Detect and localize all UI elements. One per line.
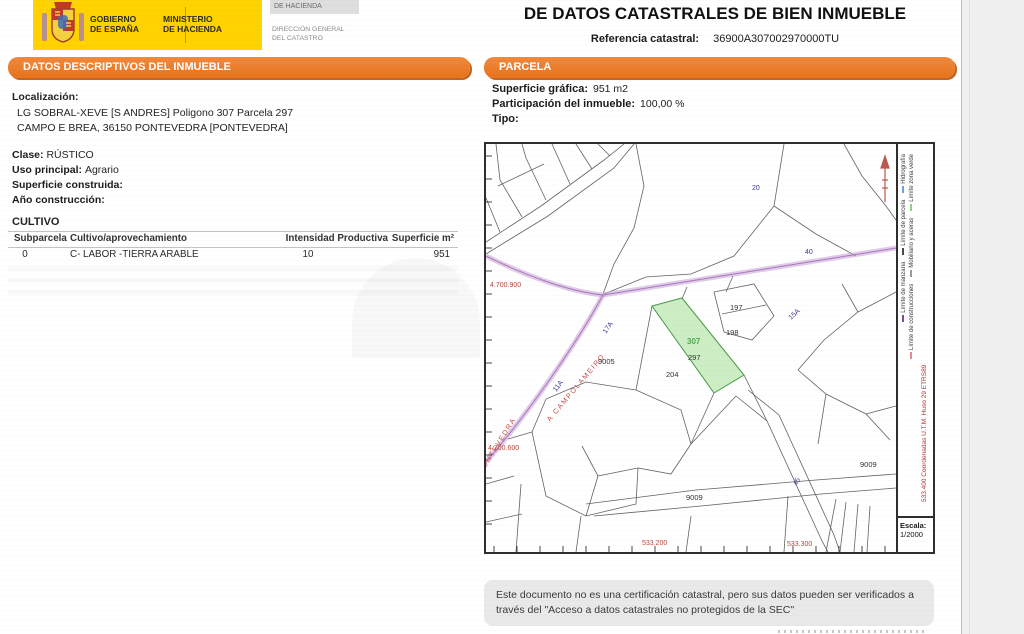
svg-text:20: 20 <box>752 185 760 192</box>
map-labels: 4.700.9004.700.600533.200533.300A CAMPOL… <box>486 185 877 548</box>
superficie-construida-field: Superficie construida: <box>12 179 123 191</box>
government-logo-banner: GOBIERNO DE ESPAÑA MINISTERIO DE HACIEND… <box>33 0 262 50</box>
referencia-catastral: Referencia catastral: 36900A307002970000T… <box>505 33 925 45</box>
cultivo-table-header: Subparcela Cultivo/aprovechamiento Inten… <box>8 231 458 248</box>
anio-construccion-field: Año construcción: <box>12 194 105 206</box>
svg-text:197: 197 <box>730 303 743 312</box>
referencia-label: Referencia catastral: <box>591 33 699 45</box>
cell-subparcela: 0 <box>12 249 38 260</box>
clipped-footer-text-artifact <box>778 630 928 633</box>
legend-row: Límite de construcciones Mobiliario y ace… <box>909 148 917 512</box>
map-legend: Límite de manzana Límite de parcela Hidrog… <box>896 144 933 516</box>
svg-text:11A: 11A <box>552 379 565 393</box>
cultivo-title: CULTIVO <box>12 216 59 228</box>
cultivo-table-row: 0 C- LABOR -TIERRA ARABLE 10 951 <box>8 248 458 262</box>
legend-dash-icon <box>902 248 904 255</box>
escala-label: Escala: <box>900 521 933 530</box>
page-right-gutter <box>961 0 1024 634</box>
legend-label: Límite de construcciones <box>909 284 915 350</box>
spain-coat-of-arms-icon <box>39 1 87 49</box>
utm-coordinates-note: 533.400 Coordenadas U.T.M. Huso 29 ETRS8… <box>921 148 928 512</box>
svg-text:9005: 9005 <box>598 357 615 366</box>
svg-text:15A: 15A <box>788 308 802 322</box>
svg-text:9009: 9009 <box>686 493 703 502</box>
scale-box: Escala: 1/2000 <box>896 516 933 552</box>
svg-text:533.200: 533.200 <box>642 540 667 547</box>
legend-label: Límite de parcela <box>901 200 907 246</box>
document-title: DE DATOS CATASTRALES DE BIEN INMUEBLE <box>505 4 925 24</box>
gobierno-label: GOBIERNO DE ESPAÑA <box>90 14 139 34</box>
cultivo-table: Subparcela Cultivo/aprovechamiento Inten… <box>8 231 458 262</box>
legend-label: Mobiliario y aceras <box>909 218 915 268</box>
cell-cultivo: C- LABOR -TIERRA ARABLE <box>70 249 198 260</box>
legend-dash-icon <box>902 186 904 193</box>
north-arrow-icon <box>881 156 889 202</box>
direccion-general-catastro-label: DIRECCIÓN GENERAL DEL CATASTRO <box>272 26 345 43</box>
tipo-field: Tipo: <box>492 113 524 125</box>
page-edge-line <box>969 0 970 634</box>
participacion-field: Participación del inmueble:100,00 % <box>492 98 684 110</box>
svg-text:533.300: 533.300 <box>787 541 812 548</box>
cell-intensidad: 10 <box>288 249 328 260</box>
svg-text:17A: 17A <box>602 321 615 335</box>
cadastral-map: 4.700.9004.700.600533.200533.300A CAMPOL… <box>484 142 935 554</box>
section-header-datos-descriptivos: DATOS DESCRIPTIVOS DEL INMUEBLE <box>8 57 470 78</box>
cell-superficie: 951 <box>434 249 450 260</box>
disclaimer-note: Este documento no es una certificación c… <box>484 580 934 626</box>
clase-field: Clase: RÚSTICO <box>12 149 94 161</box>
uso-principal-field: Uso principal: Agrario <box>12 164 119 176</box>
col-cultivo: Cultivo/aprovechamiento <box>70 233 187 244</box>
ministerio-label: MINISTERIO DE HACIENDA <box>163 14 222 34</box>
catastro-watermark <box>352 258 480 358</box>
cadastral-map-drawing: 4.700.9004.700.600533.200533.300A CAMPOL… <box>486 144 896 552</box>
localizacion-label: Localización: <box>12 91 79 103</box>
map-legend-rotated-text: Límite de manzana Límite de parcela Hidrog… <box>901 148 933 512</box>
col-intensidad: Intensidad Productiva <box>238 233 388 244</box>
legend-label: Límite de manzana <box>901 262 907 313</box>
address-line-1: LG SOBRAL-XEVE [S ANDRES] Poligono 307 P… <box>17 107 293 119</box>
legend-label: Hidrografía <box>901 154 907 184</box>
svg-text:198: 198 <box>726 328 739 337</box>
address-line-2: CAMPO E BREA, 36150 PONTEVEDRA [PONTEVED… <box>17 122 288 134</box>
legend-row: Límite de manzana Límite de parcela Hidrog… <box>901 148 909 512</box>
escala-value: 1/2000 <box>900 530 923 539</box>
superficie-grafica-field: Superficie gráfica:951 m2 <box>492 83 628 95</box>
dept-hacienda-box: DE HACIENDA <box>270 0 359 14</box>
legend-dash-icon <box>910 352 912 359</box>
svg-text:204: 204 <box>666 370 679 379</box>
svg-text:4.700.900: 4.700.900 <box>490 282 521 289</box>
legend-dash-icon <box>910 204 912 211</box>
legend-label: Límite zona verde <box>909 154 915 202</box>
svg-text:45: 45 <box>792 477 802 487</box>
referencia-value: 36900A307002970000TU <box>713 33 839 45</box>
svg-text:9009: 9009 <box>860 460 877 469</box>
col-subparcela: Subparcela <box>14 233 67 244</box>
section-header-parcela: PARCELA <box>484 57 955 78</box>
legend-dash-icon <box>910 270 912 277</box>
col-superficie: Superficie m² <box>392 233 454 244</box>
svg-text:307: 307 <box>687 337 701 346</box>
svg-text:40: 40 <box>805 249 813 256</box>
svg-text:297: 297 <box>688 353 701 362</box>
legend-dash-icon <box>902 315 904 322</box>
